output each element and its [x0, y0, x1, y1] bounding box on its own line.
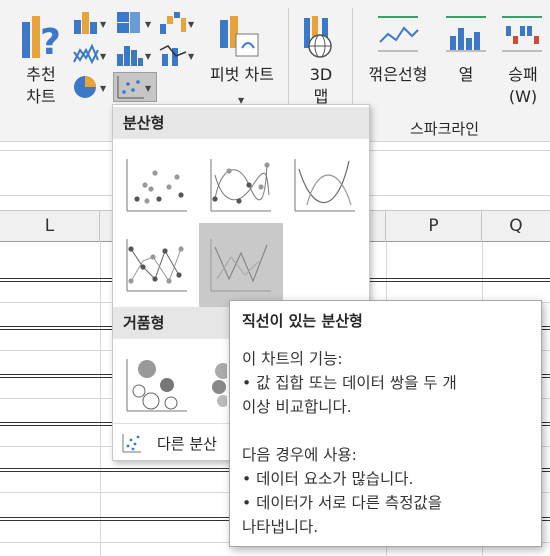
- tooltip-use-text: 나타냅니다.: [242, 518, 319, 536]
- sparkline-column-button[interactable]: 열: [440, 10, 492, 90]
- tooltip-use-text: • 데이터가 서로 다른 측정값을: [242, 494, 442, 512]
- combo-chart-icon: [159, 45, 187, 66]
- pivot-chart-button[interactable]: 피벗 차트 ▼: [200, 10, 284, 110]
- chevron-down-icon: ▼: [188, 20, 195, 29]
- bubble-chart-icon: [126, 359, 187, 412]
- sparkline-winloss-label: 승패 (W): [508, 65, 538, 106]
- recommended-charts-label: 추천 차트: [26, 65, 56, 106]
- insert-hierarchy-chart-button[interactable]: ▼: [115, 10, 153, 36]
- recommended-charts-icon: ?: [22, 16, 61, 63]
- insert-line-chart-button[interactable]: ▼: [72, 42, 110, 68]
- chevron-down-icon: ▼: [100, 84, 107, 93]
- scatter-straight-lines-icon: [210, 239, 271, 292]
- chevron-down-icon: ▼: [188, 52, 195, 61]
- sparkline-winloss-icon: [502, 16, 542, 52]
- 3d-map-button[interactable]: 3D 맵: [294, 10, 348, 110]
- pivot-chart-label: 피벗 차트: [210, 65, 274, 84]
- more-scatter-charts-label: 다른 분산: [157, 435, 217, 453]
- 3d-bubble-chart-option[interactable]: [199, 343, 227, 427]
- sparkline-line-label: 꺾은선형: [368, 65, 428, 84]
- insert-scatter-chart-button[interactable]: ▼: [113, 72, 157, 102]
- sparkline-column-icon: [446, 16, 486, 52]
- chevron-down-icon: ▼: [145, 84, 152, 93]
- tooltip-purpose-text: • 값 집합 또는 데이터 쌍을 두 개: [242, 374, 457, 392]
- hierarchy-chart-icon: [117, 12, 140, 33]
- 3d-bubble-chart-icon: [212, 363, 227, 407]
- tooltip-use-heading: 다음 경우에 사용:: [242, 446, 357, 464]
- column-header-q[interactable]: Q: [482, 211, 550, 242]
- line-chart-icon: [73, 43, 99, 65]
- scatter-chart-option[interactable]: [115, 143, 199, 227]
- pie-chart-icon: [74, 76, 96, 98]
- column-header-l[interactable]: L: [0, 211, 100, 242]
- recommended-charts-button[interactable]: ? 추천 차트: [14, 10, 68, 110]
- tooltip-title: 직선이 있는 분산형: [242, 312, 363, 330]
- svg-text:?: ?: [40, 22, 61, 63]
- scatter-smooth-markers-icon: [210, 159, 271, 212]
- waterfall-chart-icon: [160, 12, 186, 34]
- insert-statistic-chart-button[interactable]: ▼: [115, 42, 153, 68]
- scatter-small-icon: [122, 434, 141, 453]
- tooltip-spacer: [242, 419, 529, 443]
- sparkline-group-label: 스파크라인: [410, 120, 480, 138]
- bubble-chart-option[interactable]: [115, 343, 199, 427]
- chart-type-tooltip: 직선이 있는 분산형 이 차트의 기능: • 값 집합 또는 데이터 쌍을 두 …: [229, 300, 542, 547]
- scatter-smooth-lines-markers-option[interactable]: [199, 143, 283, 227]
- pivot-chart-icon: [220, 16, 259, 57]
- scatter-smooth-lines-icon: [294, 159, 355, 212]
- insert-column-chart-button[interactable]: ▼: [72, 10, 110, 36]
- sparkline-line-button[interactable]: 꺾은선형: [362, 10, 434, 90]
- scatter-chart-icon: [117, 76, 144, 99]
- histogram-chart-icon: [117, 46, 143, 66]
- chevron-down-icon: ▼: [100, 20, 107, 29]
- scatter-straight-lines-markers-option[interactable]: [115, 223, 199, 307]
- globe-map-icon: [304, 16, 332, 58]
- chevron-down-icon: ▼: [145, 52, 152, 61]
- gridline: [100, 242, 101, 556]
- column-chart-icon: [74, 12, 97, 34]
- sparkline-winloss-button[interactable]: 승패 (W): [496, 10, 550, 114]
- column-header-p[interactable]: P: [386, 211, 482, 242]
- chevron-down-icon: ▼: [145, 20, 152, 29]
- scatter-smooth-lines-option[interactable]: [283, 143, 367, 227]
- tooltip-use-text: • 데이터 요소가 많습니다.: [242, 470, 414, 488]
- tooltip-purpose-heading: 이 차트의 기능:: [242, 350, 343, 368]
- 3d-map-label: 3D 맵: [309, 65, 333, 106]
- scatter-markers-icon: [126, 159, 187, 212]
- scatter-straight-lines-option[interactable]: [199, 223, 283, 307]
- insert-combo-chart-button[interactable]: ▼: [158, 42, 198, 68]
- scatter-straight-markers-icon: [126, 239, 187, 292]
- chevron-down-icon: ▼: [100, 52, 107, 61]
- sparkline-column-label: 열: [458, 65, 474, 84]
- insert-pie-chart-button[interactable]: ▼: [72, 74, 110, 100]
- sparkline-line-icon: [378, 16, 419, 52]
- scatter-section-header: 분산형: [113, 107, 369, 139]
- tooltip-purpose-text: 이상 비교합니다.: [242, 398, 352, 416]
- insert-waterfall-chart-button[interactable]: ▼: [158, 10, 198, 36]
